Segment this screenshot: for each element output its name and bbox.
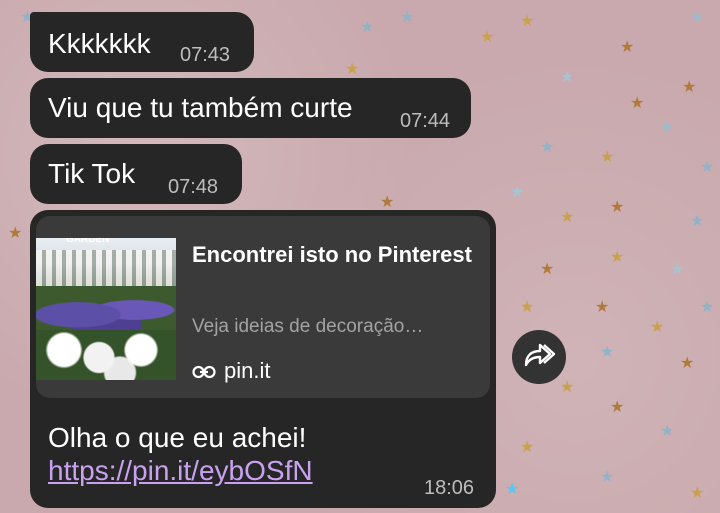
message-bubble[interactable]: Tik Tok 07:48 bbox=[30, 144, 242, 204]
message-link[interactable]: https://pin.it/eybOSfN bbox=[48, 457, 313, 485]
star-decoration: ★ bbox=[600, 344, 615, 361]
star-decoration: ★ bbox=[600, 469, 615, 486]
star-decoration: ★ bbox=[650, 319, 665, 336]
star-decoration: ★ bbox=[560, 69, 575, 86]
message-bubble[interactable]: Kkkkkkk 07:43 bbox=[30, 12, 254, 72]
star-decoration: ★ bbox=[540, 139, 555, 156]
message-time: 07:44 bbox=[400, 110, 451, 132]
star-decoration: ★ bbox=[660, 119, 675, 136]
star-decoration: ★ bbox=[670, 261, 685, 278]
star-decoration: ★ bbox=[620, 39, 635, 56]
star-decoration: ★ bbox=[540, 261, 555, 278]
preview-domain-text: pin.it bbox=[224, 358, 271, 383]
message-text: Tik Tok bbox=[48, 158, 136, 189]
star-decoration: ★ bbox=[480, 29, 495, 46]
star-decoration: ★ bbox=[380, 194, 395, 211]
star-decoration: ★ bbox=[400, 9, 415, 26]
star-decoration: ★ bbox=[660, 423, 675, 440]
preview-title: Encontrei isto no Pinterest bbox=[192, 242, 472, 267]
forward-icon bbox=[522, 341, 556, 374]
star-decoration: ★ bbox=[560, 209, 575, 226]
thumbnail-fence bbox=[36, 250, 176, 290]
star-decoration: ★ bbox=[700, 159, 715, 176]
preview-thumbnail: GARDEN bbox=[36, 238, 176, 380]
star-decoration: ★ bbox=[610, 199, 625, 216]
star-decoration: ★ bbox=[682, 79, 697, 96]
star-decoration: ★ bbox=[610, 249, 625, 266]
star-decoration: ★ bbox=[600, 149, 615, 166]
star-decoration: ★ bbox=[360, 19, 375, 36]
preview-domain: pin.it bbox=[192, 358, 270, 385]
star-decoration: ★ bbox=[690, 9, 705, 26]
link-icon bbox=[192, 359, 216, 385]
link-message-bubble[interactable]: GARDEN Encontrei isto no Pinterest Veja … bbox=[30, 210, 496, 508]
thumbnail-white-flowers bbox=[36, 330, 176, 380]
star-decoration: ★ bbox=[520, 299, 535, 316]
star-decoration: ★ bbox=[690, 213, 705, 230]
link-preview-card[interactable]: GARDEN Encontrei isto no Pinterest Veja … bbox=[36, 216, 490, 398]
star-decoration: ★ bbox=[700, 299, 715, 316]
thumbnail-purple-flowers bbox=[36, 286, 176, 334]
message-time: 07:43 bbox=[180, 44, 231, 66]
star-decoration: ★ bbox=[560, 379, 575, 396]
star-decoration: ★ bbox=[680, 355, 695, 372]
message-text: Viu que tu também curte bbox=[48, 92, 353, 123]
forward-button[interactable] bbox=[512, 330, 566, 384]
message-text: Olha o que eu achei! bbox=[48, 422, 307, 453]
star-decoration: ★ bbox=[630, 95, 645, 112]
message-bubble[interactable]: Viu que tu também curte 07:44 bbox=[30, 78, 471, 138]
message-time: 07:48 bbox=[168, 176, 219, 198]
star-decoration: ★ bbox=[610, 399, 625, 416]
message-text: Kkkkkkk bbox=[48, 28, 151, 59]
star-decoration: ★ bbox=[690, 485, 705, 502]
preview-description: Veja ideias de decoração… bbox=[192, 316, 424, 337]
star-decoration: ★ bbox=[345, 61, 360, 78]
star-decoration: ★ bbox=[8, 225, 23, 242]
star-decoration: ★ bbox=[510, 184, 525, 201]
thumbnail-caption: GARDEN bbox=[66, 238, 110, 245]
star-decoration: ★ bbox=[505, 481, 520, 498]
message-time: 18:06 bbox=[424, 477, 475, 499]
star-decoration: ★ bbox=[595, 299, 610, 316]
star-decoration: ★ bbox=[520, 13, 535, 30]
star-decoration: ★ bbox=[520, 439, 535, 456]
